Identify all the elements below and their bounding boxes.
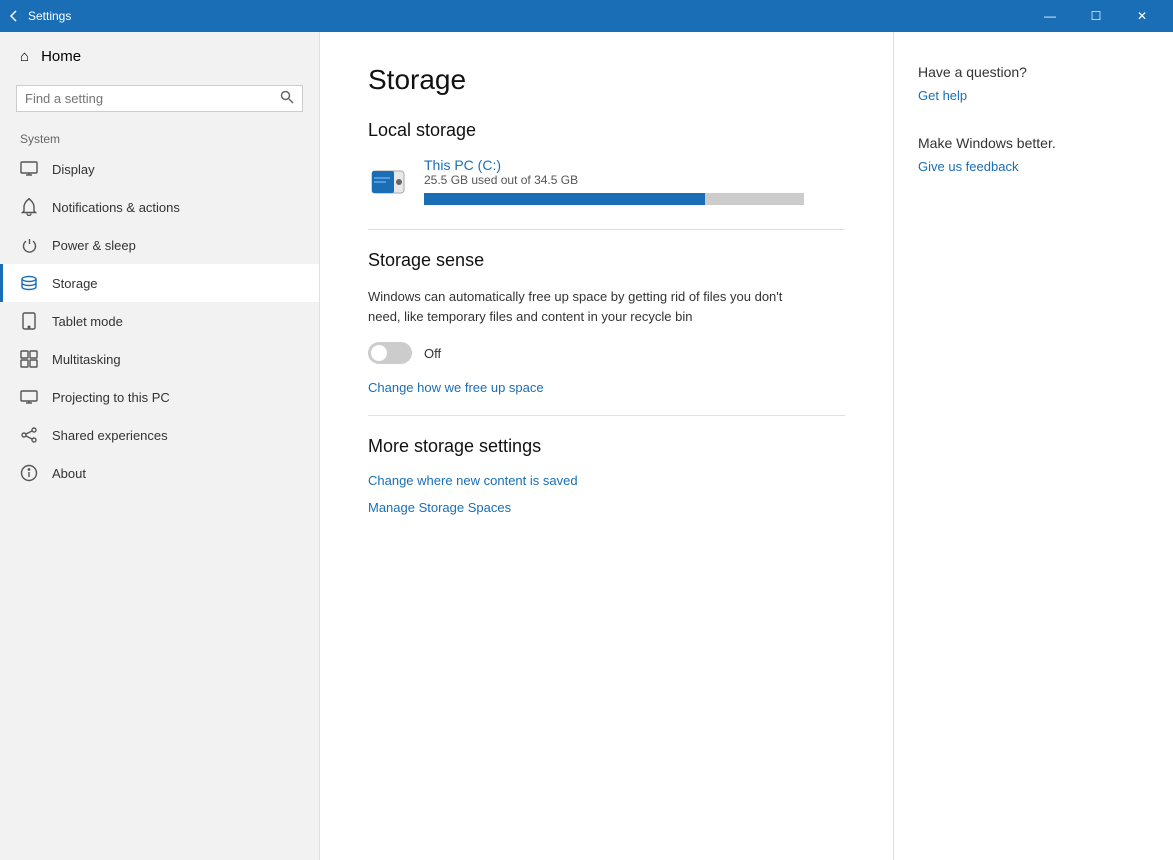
sidebar-item-shared[interactable]: Shared experiences [0, 416, 319, 454]
sidebar-item-label-multitasking: Multitasking [52, 352, 121, 367]
storage-info: This PC (C:) 25.5 GB used out of 34.5 GB [424, 157, 845, 205]
sidebar-item-tablet[interactable]: Tablet mode [0, 302, 319, 340]
search-box [16, 85, 303, 112]
get-help-link[interactable]: Get help [918, 88, 1149, 103]
search-button[interactable] [280, 90, 294, 107]
sidebar-item-label-projecting: Projecting to this PC [52, 390, 170, 405]
back-button[interactable] [8, 10, 20, 22]
drive-link[interactable]: This PC (C:) [424, 157, 501, 173]
storage-sense-description: Windows can automatically free up space … [368, 287, 798, 326]
sidebar-item-power[interactable]: Power & sleep [0, 226, 319, 264]
storage-icon [20, 274, 38, 292]
sidebar-item-label-notifications: Notifications & actions [52, 200, 180, 215]
sidebar-item-label-display: Display [52, 162, 95, 177]
projecting-icon [20, 388, 38, 406]
storage-bar-used [424, 193, 705, 205]
manage-spaces-link[interactable]: Manage Storage Spaces [368, 500, 845, 515]
divider-2 [368, 415, 845, 416]
maximize-button[interactable]: ☐ [1073, 0, 1119, 32]
sidebar-item-label-tablet: Tablet mode [52, 314, 123, 329]
storage-device: This PC (C:) 25.5 GB used out of 34.5 GB [368, 157, 845, 205]
sidebar-item-storage[interactable]: Storage [0, 264, 319, 302]
toggle-knob [371, 345, 387, 361]
home-button[interactable]: ⌂ Home [0, 32, 319, 81]
local-storage-title: Local storage [368, 120, 845, 141]
minimize-button[interactable]: — [1027, 0, 1073, 32]
sidebar-item-label-power: Power & sleep [52, 238, 136, 253]
divider-1 [368, 229, 845, 230]
page-title: Storage [368, 64, 845, 96]
make-better-label: Make Windows better. [918, 135, 1149, 151]
drive-icon [368, 161, 408, 201]
multitasking-icon [20, 350, 38, 368]
home-label: Home [41, 48, 81, 65]
sidebar-item-projecting[interactable]: Projecting to this PC [0, 378, 319, 416]
tablet-icon [20, 312, 38, 330]
sidebar-item-label-storage: Storage [52, 276, 98, 291]
app-container: ⌂ Home System Display [0, 32, 1173, 860]
home-icon: ⌂ [20, 48, 29, 65]
sidebar-item-label-about: About [52, 466, 86, 481]
storage-sense-toggle[interactable] [368, 342, 412, 364]
have-question-label: Have a question? [918, 64, 1149, 80]
toggle-label: Off [424, 346, 441, 361]
display-icon [20, 160, 38, 178]
sidebar-item-label-shared: Shared experiences [52, 428, 168, 443]
sidebar-item-display[interactable]: Display [0, 150, 319, 188]
close-button[interactable]: ✕ [1119, 0, 1165, 32]
main-content: Storage Local storage This PC (C:) 25.5 … [320, 32, 893, 860]
storage-used-text: 25.5 GB used out of 34.5 GB [424, 173, 845, 187]
change-space-link[interactable]: Change how we free up space [368, 380, 845, 395]
toggle-row: Off [368, 342, 845, 364]
sidebar-item-about[interactable]: About [0, 454, 319, 492]
titlebar: Settings — ☐ ✕ [0, 0, 1173, 32]
window-title: Settings [28, 9, 1027, 23]
search-input[interactable] [25, 91, 280, 106]
notifications-icon [20, 198, 38, 216]
storage-sense-title: Storage sense [368, 250, 845, 271]
shared-icon [20, 426, 38, 444]
sidebar-section-label: System [0, 124, 319, 150]
power-icon [20, 236, 38, 254]
about-icon [20, 464, 38, 482]
feedback-section: Make Windows better. Give us feedback [918, 135, 1149, 174]
storage-bar [424, 193, 804, 205]
sidebar-item-multitasking[interactable]: Multitasking [0, 340, 319, 378]
change-content-link[interactable]: Change where new content is saved [368, 473, 845, 488]
window-controls: — ☐ ✕ [1027, 0, 1165, 32]
sidebar-item-notifications[interactable]: Notifications & actions [0, 188, 319, 226]
sidebar: ⌂ Home System Display [0, 32, 320, 860]
help-section: Have a question? Get help [918, 64, 1149, 103]
right-panel: Have a question? Get help Make Windows b… [893, 32, 1173, 860]
feedback-link[interactable]: Give us feedback [918, 159, 1149, 174]
more-settings-title: More storage settings [368, 436, 845, 457]
